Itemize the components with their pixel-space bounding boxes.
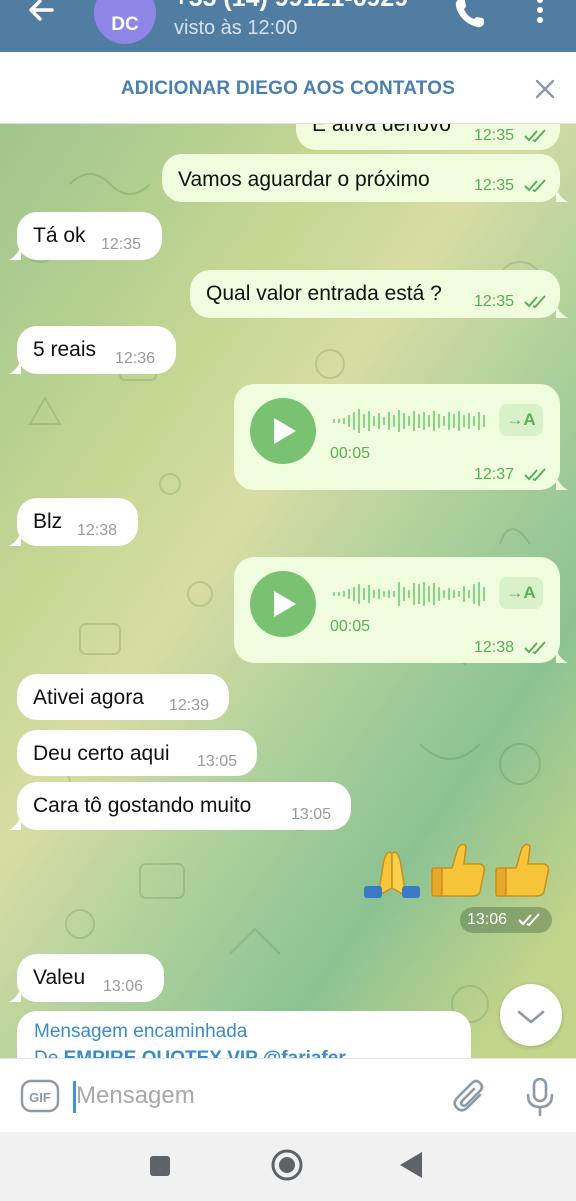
message-composer: GIF (0, 1058, 576, 1132)
message-time: 13:05 (197, 753, 238, 770)
bubble-tail (9, 532, 21, 546)
forwarded-message[interactable]: Mensagem encaminhada De EMPIRE QUOTEX VI… (17, 1011, 471, 1058)
transcribe-button[interactable]: →A (499, 404, 543, 436)
message-time: 12:35 (474, 293, 515, 310)
avatar-initials: DC (111, 14, 139, 35)
home-icon[interactable] (270, 1148, 304, 1182)
forwarded-label: Mensagem encaminhada (34, 1021, 248, 1042)
close-icon[interactable] (534, 78, 556, 100)
read-checkmarks-icon (524, 179, 546, 193)
gif-icon[interactable]: GIF (20, 1079, 60, 1113)
message-bubble-incoming[interactable]: 5 reais 12:36 (17, 326, 176, 374)
message-time: 12:39 (169, 697, 210, 714)
message-text: Blz (33, 510, 63, 533)
message-time: 12:38 (474, 639, 515, 656)
play-icon (274, 418, 296, 444)
bubble-tail (556, 304, 568, 318)
play-button[interactable] (250, 398, 316, 464)
message-bubble-outgoing[interactable]: Vamos aguardar o próximo 12:35 (162, 154, 560, 202)
read-checkmarks-icon (524, 468, 546, 482)
microphone-icon[interactable] (524, 1077, 556, 1117)
message-text: 5 reais (33, 338, 97, 361)
gif-label: GIF (29, 1090, 51, 1105)
bubble-tail (9, 816, 21, 830)
message-text: Deu certo aqui (33, 742, 170, 765)
contact-name[interactable]: +55 (14) 99121-6929 (174, 0, 408, 13)
chat-area[interactable]: É ativa denovo 12:35 Vamos aguardar o pr… (0, 124, 576, 1058)
message-bubble-incoming[interactable]: Blz 12:38 (17, 498, 138, 546)
message-bubble-incoming[interactable]: Valeu 13:06 (17, 954, 164, 1002)
thumbs-up-icon (495, 843, 550, 897)
thumbs-up-icon (431, 843, 486, 897)
message-input[interactable] (76, 1077, 436, 1115)
message-text: Vamos aguardar o próximo (178, 168, 430, 191)
chat-header: DC +55 (14) 99121-6929 visto às 12:00 (0, 0, 576, 52)
bubble-tail (9, 246, 21, 260)
bubble-tail (556, 649, 568, 663)
message-time: 12:35 (101, 236, 142, 253)
phone-call-icon[interactable] (452, 0, 488, 32)
forwarded-from[interactable]: De EMPIRE QUOTEX VIP @fariafer (34, 1048, 346, 1058)
message-text: Qual valor entrada está ? (206, 282, 442, 305)
message-bubble-incoming[interactable]: Tá ok 12:35 (17, 212, 162, 260)
message-bubble-incoming[interactable]: Ativei agora 12:39 (17, 674, 229, 720)
message-bubble-outgoing[interactable]: Qual valor entrada está ? 12:35 (190, 270, 560, 318)
waveform[interactable] (330, 406, 490, 436)
message-time: 12:35 (474, 177, 515, 194)
message-time-badge: 13:06 (460, 907, 552, 933)
message-time: 13:05 (291, 806, 332, 823)
back-arrow-icon[interactable] (22, 0, 62, 38)
read-checkmarks-icon (518, 913, 540, 927)
chevron-down-icon (517, 1010, 545, 1024)
read-checkmarks-icon (524, 129, 546, 143)
message-time: 12:36 (115, 350, 156, 367)
waveform[interactable] (330, 579, 490, 609)
system-back-icon[interactable] (398, 1150, 424, 1180)
bubble-tail (556, 188, 568, 202)
message-text: É ativa denovo (312, 124, 451, 136)
message-text: Valeu (33, 966, 86, 989)
play-icon (274, 591, 296, 617)
message-time: 13:06 (467, 911, 508, 928)
bubble-tail (556, 476, 568, 490)
bubble-tail (9, 360, 21, 374)
forwarded-from-name: EMPIRE QUOTEX VIP @fariafer (64, 1048, 346, 1058)
emoji-message[interactable] (362, 840, 558, 900)
voice-message-outgoing[interactable]: 00:05 →A 12:37 (234, 384, 560, 490)
message-bubble-incoming[interactable]: Deu certo aqui 13:05 (17, 730, 257, 776)
contact-status: visto às 12:00 (174, 17, 298, 39)
message-time: 12:37 (474, 466, 515, 483)
folded-hands-icon (364, 851, 420, 898)
message-bubble-incoming[interactable]: Cara tô gostando muito 13:05 (17, 782, 351, 830)
forwarded-from-prefix: De (34, 1048, 58, 1058)
paperclip-icon[interactable] (452, 1077, 488, 1117)
voice-duration: 00:05 (330, 445, 371, 462)
recent-apps-icon[interactable] (148, 1154, 172, 1178)
message-time: 13:06 (103, 978, 144, 995)
message-bubble-outgoing[interactable]: É ativa denovo 12:35 (296, 124, 560, 150)
message-text: Cara tô gostando muito (33, 794, 252, 817)
play-button[interactable] (250, 571, 316, 637)
system-navigation-bar (0, 1132, 576, 1201)
read-checkmarks-icon (524, 295, 546, 309)
scroll-to-bottom-button[interactable] (500, 984, 562, 1046)
voice-message-outgoing[interactable]: 00:05 →A 12:38 (234, 557, 560, 663)
bubble-tail (9, 988, 21, 1002)
transcribe-button[interactable]: →A (499, 577, 543, 609)
read-checkmarks-icon (524, 641, 546, 655)
voice-duration: 00:05 (330, 618, 371, 635)
message-time: 12:38 (77, 522, 118, 539)
message-text: Tá ok (33, 224, 86, 247)
add-contact-banner: ADICIONAR DIEGO AOS CONTATOS (0, 52, 576, 124)
add-contact-button[interactable]: ADICIONAR DIEGO AOS CONTATOS (0, 78, 576, 100)
message-time: 12:35 (474, 127, 515, 144)
avatar[interactable]: DC (94, 0, 156, 44)
more-options-icon[interactable] (528, 0, 552, 32)
message-text: Ativei agora (33, 686, 144, 709)
